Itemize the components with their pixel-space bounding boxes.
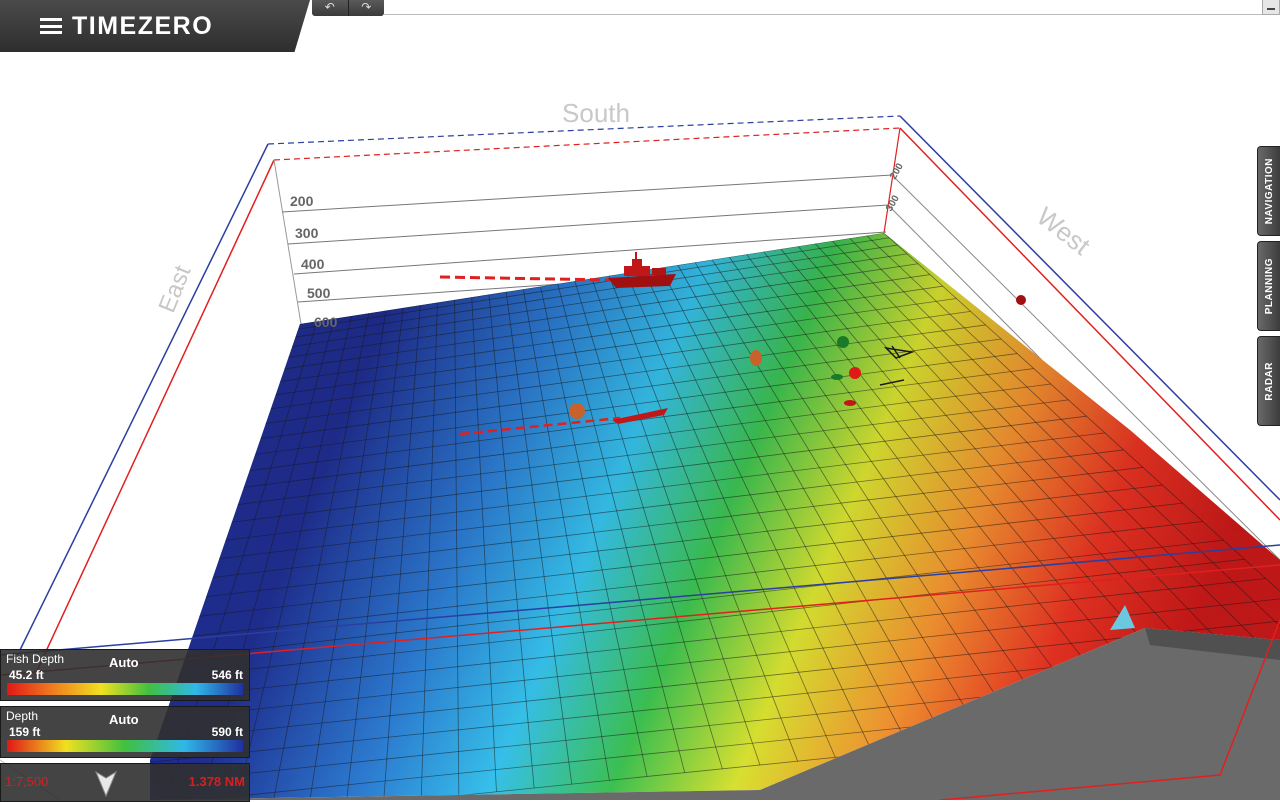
mark-icon[interactable]	[831, 374, 843, 380]
own-ship-icon[interactable]	[608, 252, 676, 288]
direction-label-east: East	[154, 262, 197, 317]
depth-label: 200	[290, 193, 314, 209]
tab-label: PLANNING	[1263, 257, 1275, 315]
legend-min-value: 45.2 ft	[9, 668, 44, 682]
undo-icon[interactable]: ↶	[312, 0, 348, 16]
mark-icon[interactable]	[849, 367, 861, 379]
mark-icon[interactable]	[844, 400, 856, 406]
mark-icon[interactable]	[1016, 295, 1026, 305]
depth-legend[interactable]: Depth Auto 159 ft 590 ft	[0, 706, 250, 758]
legend-min-value: 159 ft	[9, 725, 41, 739]
color-scale-bar	[7, 740, 243, 752]
north-arrow-icon[interactable]	[93, 768, 119, 798]
tab-label: RADAR	[1263, 361, 1275, 401]
depth-label: 300	[295, 225, 319, 241]
color-scale-bar	[7, 683, 243, 695]
depth-label: 300	[884, 193, 902, 213]
depth-label: 400	[301, 256, 325, 272]
scale-panel[interactable]: 1:7,500 1.378 NM	[0, 763, 250, 802]
chart-scale-ratio: 1:7,500	[5, 774, 49, 789]
app-header: TIMEZERO	[0, 0, 310, 52]
mark-icon[interactable]	[837, 336, 849, 348]
fish-depth-legend[interactable]: Fish Depth Auto 45.2 ft 546 ft	[0, 649, 250, 701]
legend-max-value: 590 ft	[211, 725, 243, 739]
legend-title: Fish Depth	[6, 652, 65, 666]
tab-navigation[interactable]: NAVIGATION	[1257, 146, 1280, 236]
top-divider	[384, 14, 1262, 15]
minimize-button[interactable]	[1262, 0, 1280, 15]
redo-icon[interactable]: ↷	[347, 0, 385, 16]
direction-label-south: South	[562, 98, 630, 128]
tab-planning[interactable]: PLANNING	[1257, 241, 1280, 331]
fish-echo-icon[interactable]	[750, 350, 762, 366]
legend-mode[interactable]: Auto	[109, 712, 139, 727]
tab-label: NAVIGATION	[1263, 157, 1275, 225]
range-distance: 1.378 NM	[188, 774, 245, 789]
legend-mode[interactable]: Auto	[109, 655, 139, 670]
depth-label: 200	[888, 161, 906, 181]
depth-label: 600	[314, 314, 338, 330]
legend-max-value: 546 ft	[211, 668, 243, 682]
legend-title: Depth	[6, 709, 39, 723]
app-title: TIMEZERO	[72, 11, 214, 40]
tab-radar[interactable]: RADAR	[1257, 336, 1280, 426]
depth-label: 500	[307, 285, 331, 301]
undo-redo-toolbar: ↶ ↷	[312, 0, 384, 16]
direction-label-west: West	[1031, 201, 1096, 261]
hamburger-menu-icon[interactable]	[40, 18, 62, 34]
fish-echo-icon[interactable]	[569, 403, 585, 419]
